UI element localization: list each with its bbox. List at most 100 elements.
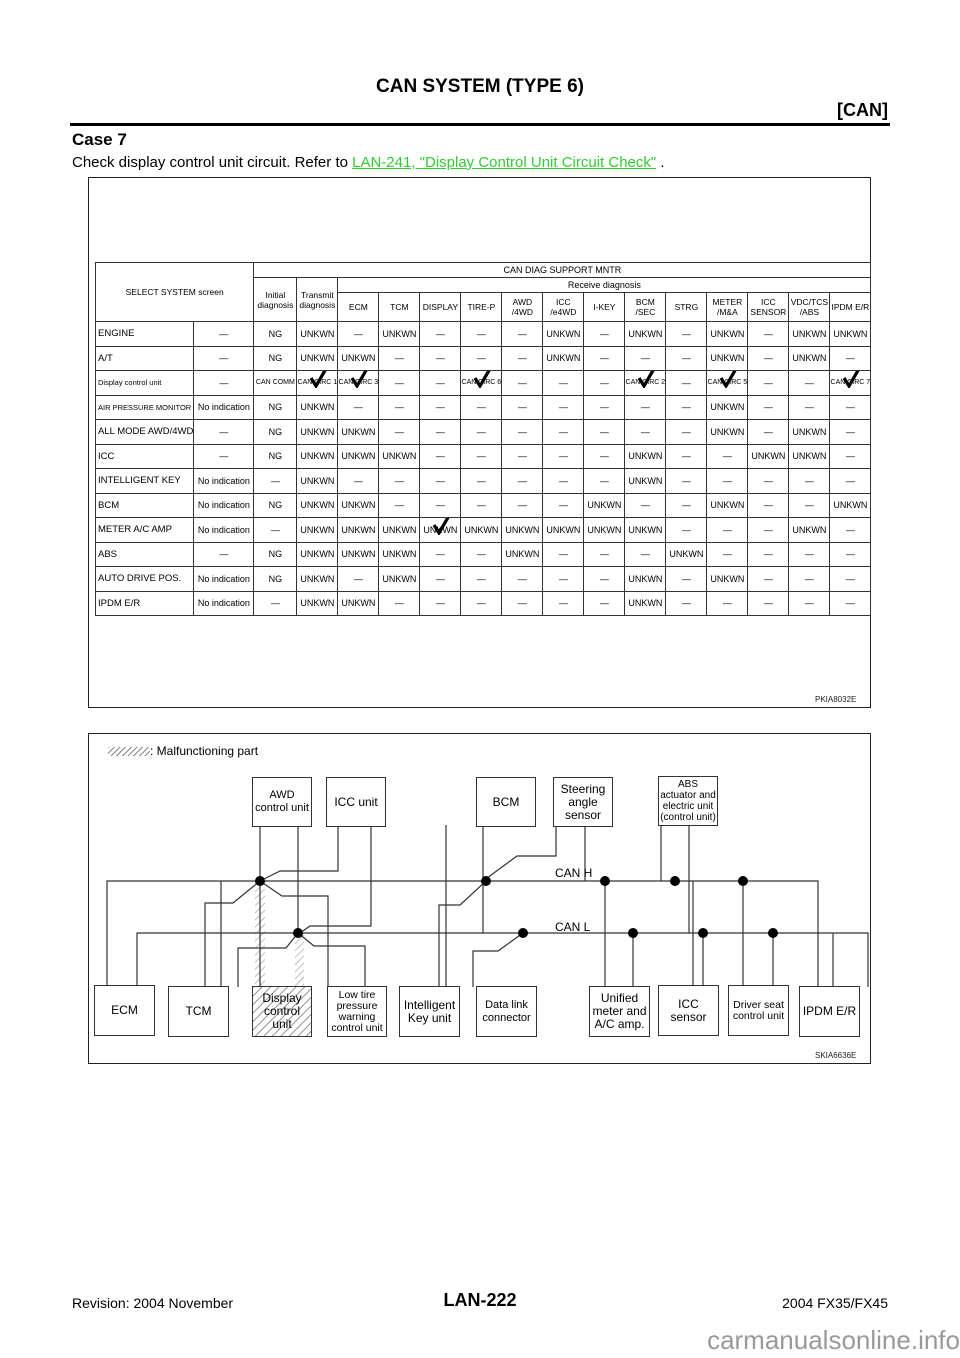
select-cell: — — [193, 370, 255, 396]
column-header: DISPLAY — [419, 292, 462, 322]
receive-cell: — — [665, 321, 708, 347]
transmit-cell: UNKWN — [296, 517, 339, 543]
receive-cell: — — [829, 468, 872, 494]
select-cell: — — [193, 541, 255, 567]
system-cell: ALL MODE AWD/4WD — [94, 419, 195, 445]
receive-cell: — — [419, 443, 462, 469]
receive-cell: — — [747, 517, 790, 543]
receive-cell: — — [665, 394, 708, 420]
receive-cell: — — [419, 492, 462, 518]
receive-cell: UNKWN — [706, 394, 749, 420]
receive-cell: — — [542, 443, 585, 469]
receive-cell: UNKWN — [337, 492, 380, 518]
column-header: TIRE-P — [460, 292, 503, 322]
receive-cell: — — [788, 541, 831, 567]
receive-cell: — — [337, 321, 380, 347]
receive-cell: UNKWN — [337, 419, 380, 445]
receive-cell: UNKWN — [624, 443, 667, 469]
receive-cell: — — [706, 541, 749, 567]
table-row: A/T — NG UNKWN UNKWN — — — — UNKWN — — — UNKWN — UNKWN — — [94, 345, 872, 371]
receive-cell: UNKWN — [378, 517, 421, 543]
receive-cell: — — [788, 370, 831, 396]
receive-cell: UNKWN — [501, 541, 544, 567]
column-header: I-KEY — [583, 292, 626, 322]
checkmark-icon — [432, 518, 452, 535]
reference-link[interactable]: LAN-241, "Display Control Unit Circuit C… — [352, 154, 656, 171]
receive-cell: UNKWN — [788, 345, 831, 371]
receive-cell: — — [665, 370, 708, 396]
transmit-cell: UNKWN — [296, 443, 339, 469]
receive-cell: — — [788, 394, 831, 420]
receive-cell: — — [460, 443, 503, 469]
receive-cell: — — [747, 370, 790, 396]
receive-cell: — — [460, 541, 503, 567]
can-diag-header: CAN DIAG SUPPORT MNTR — [253, 262, 872, 278]
receive-cell: UNKWN — [706, 492, 749, 518]
receive-cell: UNKWN — [624, 590, 667, 616]
initial-cell: — — [253, 517, 298, 543]
icc-sensor: ICC sensor — [658, 985, 719, 1036]
table-row: ABS — NG UNKWN UNKWN UNKWN — — UNKWN — — — UNKWN — — — — — [94, 541, 872, 567]
column-header: IPDM E/R — [829, 292, 872, 322]
bcm-unit: BCM — [476, 777, 536, 827]
receive-cell: — — [583, 590, 626, 616]
instruction-suffix: . — [656, 154, 665, 171]
receive-cell: — — [788, 468, 831, 494]
column-header: ICC /e4WD — [542, 292, 585, 322]
receive-cell: UNKWN — [419, 517, 462, 543]
system-cell: ABS — [94, 541, 195, 567]
receive-cell: CAN CIRC 6 — [460, 370, 503, 396]
select-cell: — — [193, 443, 255, 469]
steering-angle-sensor: Steering angle sensor — [553, 777, 613, 827]
receive-cell: UNKWN — [583, 517, 626, 543]
receive-cell: — — [460, 492, 503, 518]
select-cell: No indication — [193, 468, 255, 494]
receive-cell: — — [747, 541, 790, 567]
receive-cell: — — [665, 419, 708, 445]
receive-cell: — — [501, 566, 544, 592]
receive-cell: — — [706, 590, 749, 616]
receive-cell: UNKWN — [788, 321, 831, 347]
unified-meter-unit: Unified meter and A/C amp. — [589, 986, 650, 1037]
receive-cell: — — [665, 468, 708, 494]
receive-cell: — — [501, 394, 544, 420]
initial-cell: — — [253, 590, 298, 616]
receive-cell: UNKWN — [829, 492, 872, 518]
receive-cell: — — [788, 566, 831, 592]
receive-cell: — — [460, 419, 503, 445]
initial-cell: NG — [253, 492, 298, 518]
receive-cell: — — [419, 345, 462, 371]
abs-actuator-unit: ABS actuator and electric unit (control … — [658, 776, 718, 826]
receive-cell: UNKWN — [788, 517, 831, 543]
receive-cell: CAN CIRC 5 — [706, 370, 749, 396]
select-cell: No indication — [193, 566, 255, 592]
initial-cell: NG — [253, 541, 298, 567]
receive-cell: — — [788, 492, 831, 518]
checkmark-icon — [842, 371, 862, 388]
receive-cell: — — [665, 345, 708, 371]
receive-diagnosis-header: Receive diagnosis — [337, 277, 872, 293]
receive-cell: — — [829, 443, 872, 469]
receive-cell: — — [501, 419, 544, 445]
select-cell: No indication — [193, 394, 255, 420]
transmit-cell: UNKWN — [296, 541, 339, 567]
receive-cell: UNKWN — [624, 517, 667, 543]
receive-cell: — — [583, 321, 626, 347]
system-cell: A/T — [94, 345, 195, 371]
receive-cell: UNKWN — [788, 443, 831, 469]
receive-cell: UNKWN — [337, 590, 380, 616]
receive-cell: — — [706, 517, 749, 543]
receive-cell: — — [419, 394, 462, 420]
column-header: AWD /4WD — [501, 292, 544, 322]
receive-cell: — — [501, 492, 544, 518]
figure-id: PKIA8032E — [815, 695, 857, 704]
table-row: AUTO DRIVE POS. No indication NG UNKWN — UNKW… — [94, 566, 872, 592]
receive-cell: — — [829, 345, 872, 371]
checkmark-icon — [350, 371, 370, 388]
receive-cell: UNKWN — [624, 468, 667, 494]
receive-cell: — — [583, 468, 626, 494]
receive-cell: UNKWN — [378, 321, 421, 347]
receive-cell: — — [337, 566, 380, 592]
receive-cell: UNKWN — [337, 345, 380, 371]
receive-cell: UNKWN — [337, 443, 380, 469]
